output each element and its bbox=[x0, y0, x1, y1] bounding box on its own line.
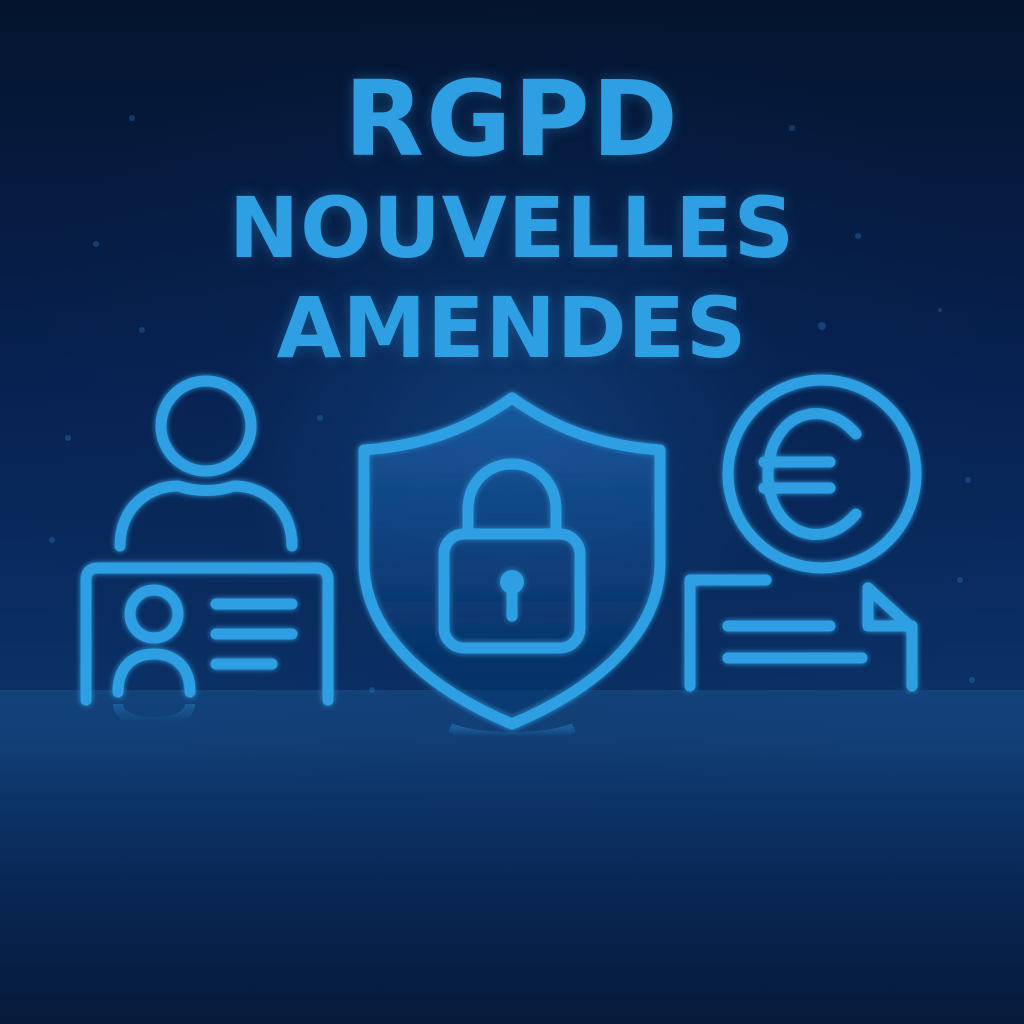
shield-icon bbox=[358, 392, 666, 730]
icon-artwork bbox=[49, 115, 975, 870]
document-icon bbox=[684, 574, 918, 692]
id-card-icon bbox=[80, 562, 334, 706]
euro-coin-icon bbox=[722, 374, 922, 574]
icon-reflections bbox=[81, 695, 917, 870]
illustration-canvas: RGPD NOUVELLES AMENDES bbox=[0, 0, 1024, 1024]
person-icon bbox=[114, 375, 298, 552]
